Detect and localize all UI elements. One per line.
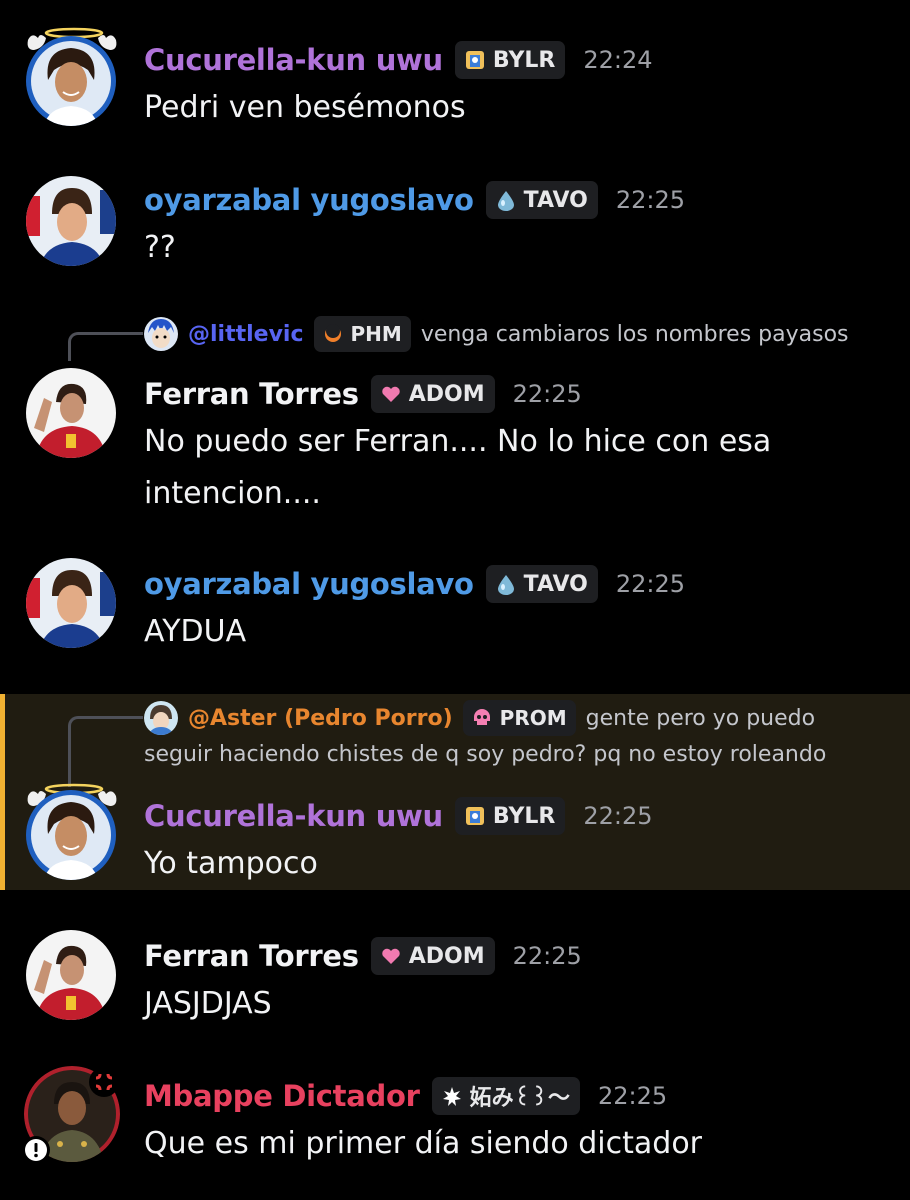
leaf-icon <box>440 1084 464 1108</box>
timestamp: 22:25 <box>597 1082 668 1110</box>
message-7[interactable]: Mbappe Dictador 妬み꒰꒱〜 22:25 Que es mi pr… <box>0 0 910 1180</box>
anger-symbol-icon <box>89 1067 119 1097</box>
message-text: Que es mi primer día siendo dictador <box>144 1126 703 1161</box>
user-tag-label: 妬み꒰꒱〜 <box>469 1086 570 1111</box>
warning-icon <box>22 1136 50 1164</box>
user-tag[interactable]: 妬み꒰꒱〜 <box>431 1077 580 1115</box>
username[interactable]: Mbappe Dictador <box>144 1079 420 1113</box>
